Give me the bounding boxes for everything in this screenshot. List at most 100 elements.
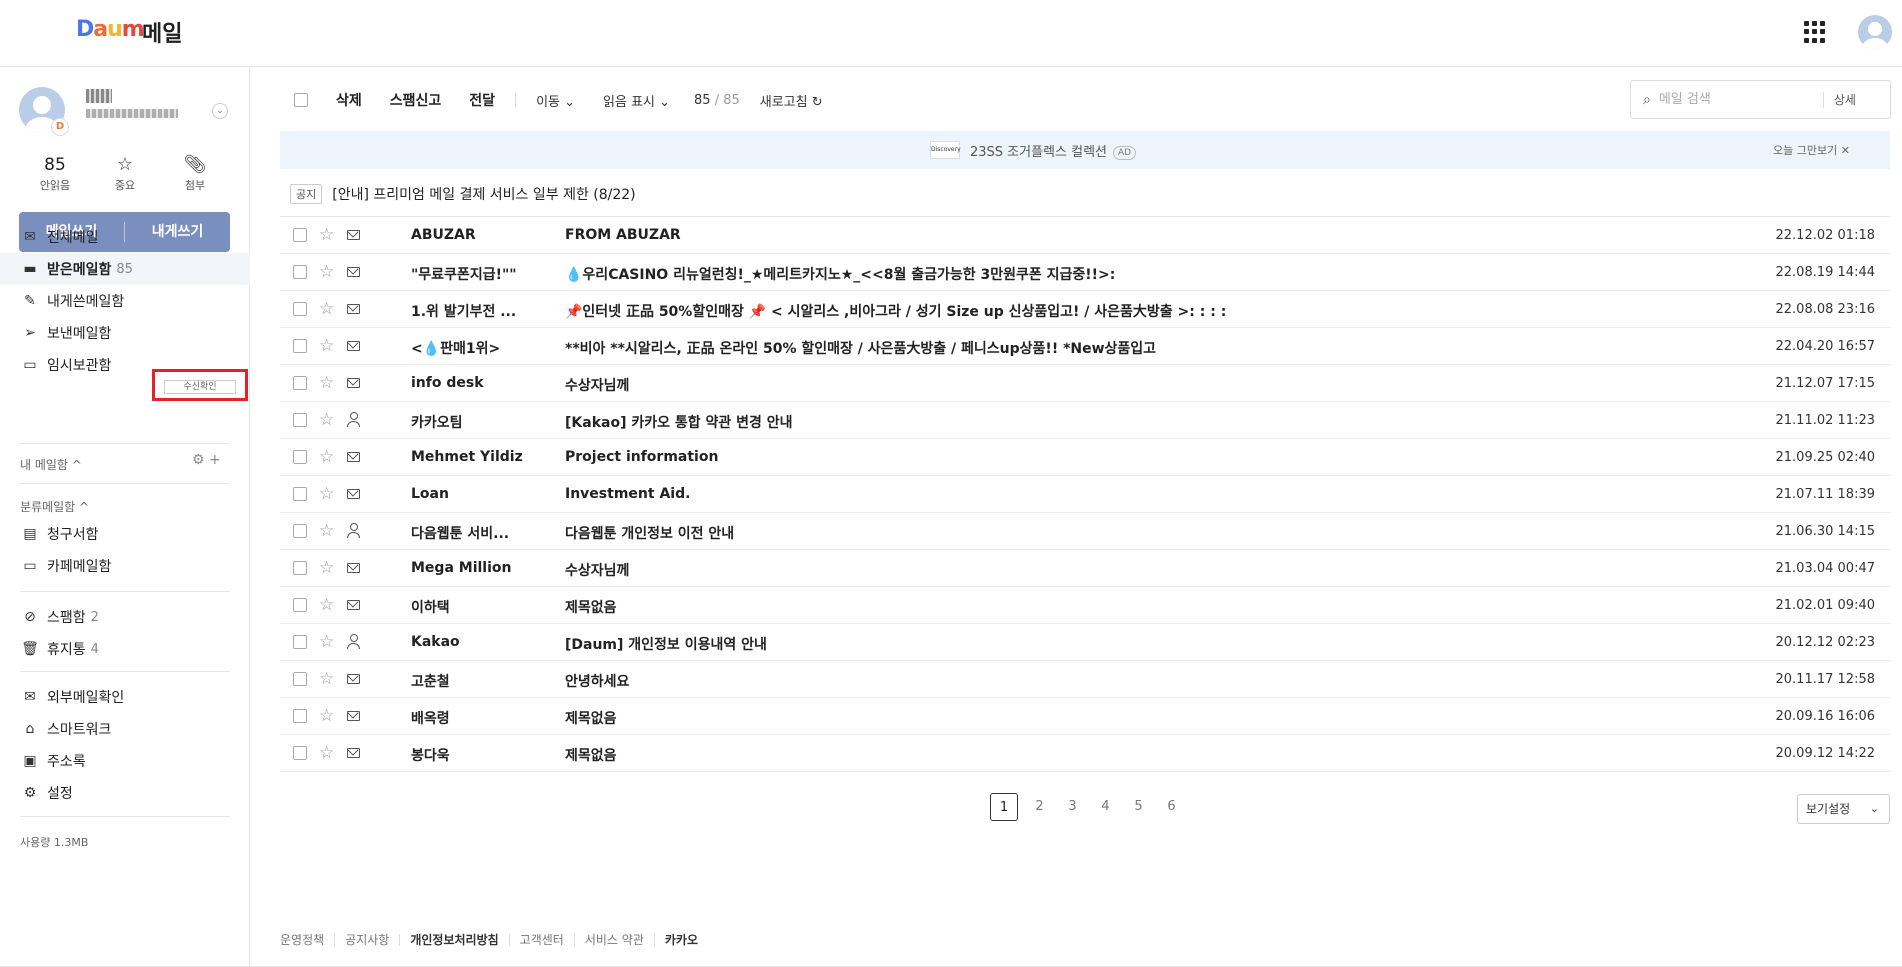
footer-link[interactable]: 운영정책: [280, 934, 334, 946]
mail-sender[interactable]: Loan: [411, 486, 541, 502]
mail-sender[interactable]: Mehmet Yildiz: [411, 449, 541, 465]
nav-bills[interactable]: ▤ 청구서함: [0, 518, 250, 550]
star-icon[interactable]: ☆: [319, 706, 334, 726]
star-icon[interactable]: ☆: [319, 336, 334, 356]
mail-sender[interactable]: 1.위 발기부전 ...: [411, 301, 541, 321]
mail-row[interactable]: ☆ Mehmet Yildiz Project information 21.0…: [280, 439, 1890, 476]
mail-sender[interactable]: Kakao: [411, 634, 541, 650]
mail-subject[interactable]: [Daum] 개인정보 이용내역 안내: [565, 634, 1665, 654]
mail-subject[interactable]: Investment Aid.: [565, 486, 1665, 502]
footer-link[interactable]: 개인정보처리방침: [399, 934, 508, 946]
search-input[interactable]: [1658, 92, 1819, 107]
mail-row[interactable]: ☆ 1.위 발기부전 ... 📌인터넷 正品 50%할인매장 📌 < 시알리스 …: [280, 291, 1890, 328]
mail-subject[interactable]: 💧우리CASINO 리뉴얼런칭!_★메리트카지노★_<<8월 출금가능한 3만원…: [565, 264, 1665, 284]
gear-icon[interactable]: ⚙: [192, 452, 205, 468]
search-icon[interactable]: ⌕: [1643, 92, 1651, 108]
star-icon[interactable]: ☆: [319, 447, 334, 467]
row-checkbox[interactable]: [293, 265, 307, 279]
nav-spam[interactable]: ⊘ 스팸함 2: [0, 601, 250, 633]
row-checkbox[interactable]: [293, 339, 307, 353]
stat-attachments[interactable]: 📎︎ 첨부: [160, 154, 230, 194]
daum-logo[interactable]: Daum: [76, 17, 145, 42]
mail-subject[interactable]: 수상자님께: [565, 375, 1665, 395]
nav-inbox[interactable]: ▬ 받은메일함 85: [0, 253, 250, 285]
mail-subject[interactable]: Project information: [565, 449, 1665, 465]
stat-unread[interactable]: 85 안읽음: [20, 154, 90, 194]
row-checkbox[interactable]: [293, 672, 307, 686]
mail-subject[interactable]: [Kakao] 카카오 통합 약관 변경 안내: [565, 412, 1665, 432]
categories-header[interactable]: 분류메일함 ^: [20, 498, 89, 515]
chevron-down-icon[interactable]: ⌄: [212, 103, 228, 119]
page-2-button[interactable]: 2: [1023, 793, 1056, 821]
mail-row[interactable]: ☆ <💧판매1위> **비아 **시알리스, 正品 온라인 50% 할인매장 /…: [280, 328, 1890, 365]
star-icon[interactable]: ☆: [319, 743, 334, 763]
forward-button[interactable]: 전달: [469, 90, 495, 110]
mail-row[interactable]: ☆ ABUZAR FROM ABUZAR 22.12.02 01:18: [280, 217, 1890, 254]
star-icon[interactable]: ☆: [319, 669, 334, 689]
refresh-button[interactable]: 새로고침 ↻: [760, 91, 823, 110]
row-checkbox[interactable]: [293, 635, 307, 649]
row-checkbox[interactable]: [293, 228, 307, 242]
mail-sender[interactable]: "무료쿠폰지급!"": [411, 264, 541, 284]
star-icon[interactable]: ☆: [319, 521, 334, 541]
footer-link[interactable]: 고객센터: [508, 934, 574, 946]
account-avatar[interactable]: [1858, 15, 1892, 49]
nav-contacts[interactable]: ▣ 주소록: [0, 745, 250, 777]
mail-row[interactable]: ☆ 고춘철 안녕하세요 20.11.17 12:58: [280, 661, 1890, 698]
star-icon[interactable]: ☆: [319, 484, 334, 504]
nav-all-mail[interactable]: ✉ 전체메일: [0, 221, 250, 253]
star-icon[interactable]: ☆: [319, 410, 334, 430]
mail-row[interactable]: ☆ 배옥령 제목없음 20.09.16 16:06: [280, 698, 1890, 735]
my-folders-header[interactable]: 내 메일함 ^: [20, 456, 82, 473]
mail-subject[interactable]: 수상자님께: [565, 560, 1665, 580]
mail-subject[interactable]: 📌인터넷 正品 50%할인매장 📌 < 시알리스 ,비아그라 / 성기 Size…: [565, 301, 1665, 321]
row-checkbox[interactable]: [293, 376, 307, 390]
mail-subject[interactable]: 제목없음: [565, 597, 1665, 617]
page-3-button[interactable]: 3: [1056, 793, 1089, 821]
row-checkbox[interactable]: [293, 746, 307, 760]
mail-subject[interactable]: 다음웹툰 개인정보 이전 안내: [565, 523, 1665, 543]
view-setting-dropdown[interactable]: 보기설정 ⌄: [1797, 794, 1890, 824]
mail-row[interactable]: ☆ Loan Investment Aid. 21.07.11 18:39: [280, 476, 1890, 513]
nav-cafe[interactable]: ▭ 카페메일함: [0, 550, 250, 582]
mail-sender[interactable]: 카카오팀: [411, 412, 541, 432]
mail-subject[interactable]: **비아 **시알리스, 正品 온라인 50% 할인매장 / 사은품大방출 / …: [565, 338, 1665, 358]
star-icon[interactable]: ☆: [319, 373, 334, 393]
mail-row[interactable]: ☆ 카카오팀 [Kakao] 카카오 통합 약관 변경 안내 21.11.02 …: [280, 402, 1890, 439]
mail-sender[interactable]: 다음웹툰 서비...: [411, 523, 541, 543]
mail-sender[interactable]: info desk: [411, 375, 541, 391]
mail-sender[interactable]: 고춘철: [411, 671, 541, 691]
mail-subject[interactable]: 제목없음: [565, 745, 1665, 765]
mail-sender[interactable]: <💧판매1위>: [411, 338, 541, 358]
row-checkbox[interactable]: [293, 450, 307, 464]
star-icon[interactable]: ☆: [319, 558, 334, 578]
mail-subject[interactable]: 안녕하세요: [565, 671, 1665, 691]
apps-grid-icon[interactable]: [1804, 21, 1826, 43]
nav-settings[interactable]: ⚙ 설정: [0, 777, 250, 809]
mail-sender[interactable]: ABUZAR: [411, 227, 541, 243]
footer-link[interactable]: 공지사항: [334, 934, 399, 946]
row-checkbox[interactable]: [293, 413, 307, 427]
page-1-button[interactable]: 1: [990, 793, 1018, 821]
nav-external-mail[interactable]: ✉ 외부메일확인: [0, 681, 250, 713]
mail-row[interactable]: ☆ 이하택 제목없음 21.02.01 09:40: [280, 587, 1890, 624]
nav-smartwork[interactable]: ⌂ 스마트워크: [0, 713, 250, 745]
star-icon[interactable]: ☆: [319, 299, 334, 319]
nav-to-self[interactable]: ✎ 내게쓴메일함: [0, 285, 250, 317]
page-5-button[interactable]: 5: [1122, 793, 1155, 821]
footer-link[interactable]: 카카오: [653, 934, 708, 946]
mail-subject[interactable]: FROM ABUZAR: [565, 227, 1665, 243]
mail-sender[interactable]: 이하택: [411, 597, 541, 617]
detail-search-button[interactable]: 상세: [1834, 91, 1856, 108]
delete-button[interactable]: 삭제: [336, 90, 362, 110]
page-6-button[interactable]: 6: [1155, 793, 1188, 821]
star-icon[interactable]: ☆: [319, 225, 334, 245]
mail-sender[interactable]: 배옥령: [411, 708, 541, 728]
add-icon[interactable]: +: [209, 452, 221, 468]
mail-row[interactable]: ☆ info desk 수상자님께 21.12.07 17:15: [280, 365, 1890, 402]
mail-subject[interactable]: 제목없음: [565, 708, 1665, 728]
footer-link[interactable]: 서비스 약관: [573, 934, 654, 946]
notice-text[interactable]: [안내] 프리미엄 메일 결제 서비스 일부 제한 (8/22): [332, 184, 635, 204]
row-checkbox[interactable]: [293, 598, 307, 612]
read-receipt-button[interactable]: 수신확인: [164, 380, 236, 394]
